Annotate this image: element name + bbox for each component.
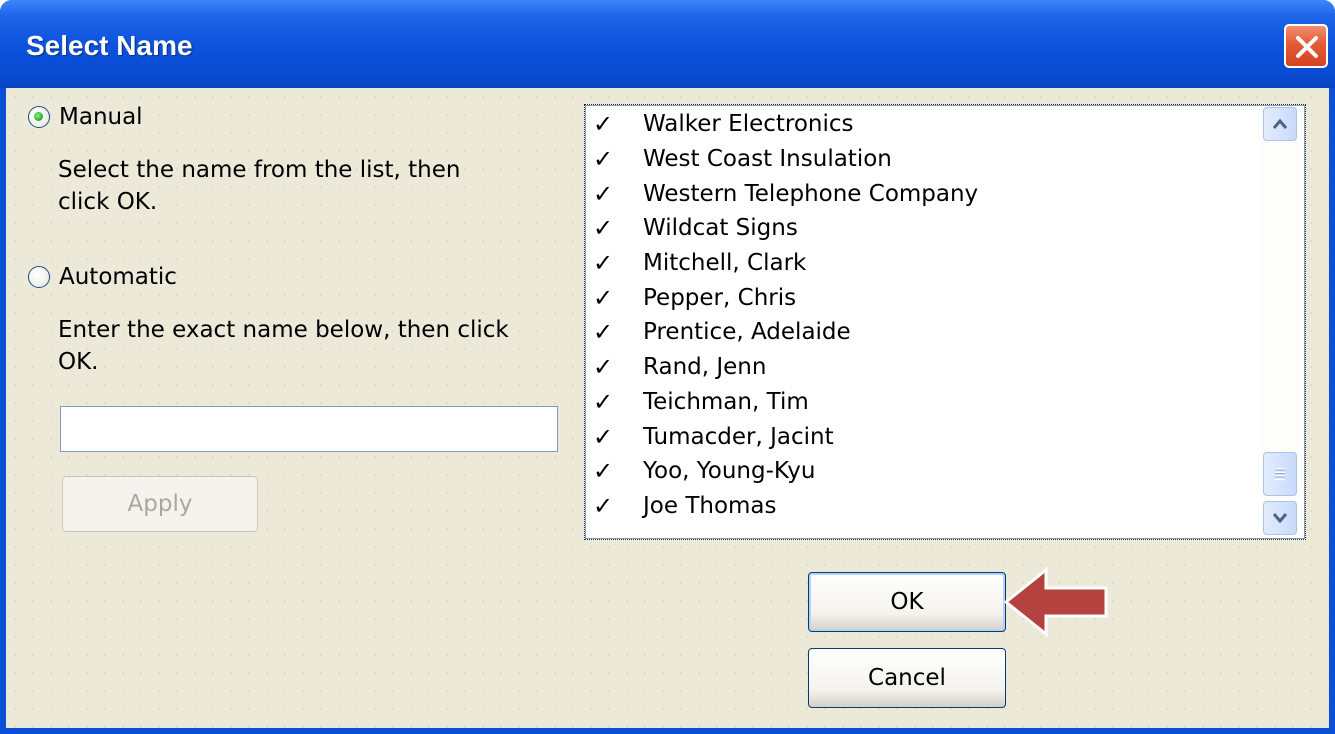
apply-button[interactable]: Apply: [62, 476, 258, 532]
scroll-up-button[interactable]: [1263, 107, 1297, 141]
scroll-down-button[interactable]: [1263, 501, 1297, 535]
list-item[interactable]: ✓ Rand, Jenn: [591, 350, 1251, 385]
check-icon: ✓: [593, 353, 614, 382]
vertical-scrollbar[interactable]: [1261, 107, 1299, 537]
check-icon: ✓: [593, 179, 614, 208]
list-item-label: West Coast Insulation: [643, 146, 892, 173]
automatic-description-line1: Enter the exact name below, then click: [58, 317, 509, 343]
manual-radio-button[interactable]: [28, 106, 50, 128]
check-icon: ✓: [593, 214, 614, 243]
list-item-label: Rand, Jenn: [643, 354, 767, 381]
chevron-up-icon: [1272, 118, 1288, 129]
dialog-title: Select Name: [26, 30, 193, 61]
list-item-label: Mitchell, Clark: [643, 250, 807, 277]
check-icon: ✓: [593, 318, 614, 347]
list-item-label: Joe Thomas: [643, 492, 777, 519]
list-item[interactable]: ✓ Tumacder, Jacint: [591, 419, 1251, 454]
manual-description-line2: click OK.: [58, 189, 158, 215]
list-item-label: Pepper, Chris: [643, 284, 797, 311]
automatic-radio-label[interactable]: Automatic: [59, 264, 177, 290]
close-icon: [1296, 36, 1318, 58]
manual-description-line1: Select the name from the list, then: [58, 157, 461, 183]
names-list: ✓ Walker Electronics ✓ West Coast Insulatio…: [591, 107, 1251, 523]
list-item-label: Teichman, Tim: [643, 388, 809, 415]
pointer-arrow-icon: [1003, 566, 1108, 638]
cancel-button[interactable]: Cancel: [808, 648, 1006, 708]
manual-radio-option[interactable]: Manual: [28, 104, 143, 130]
automatic-radio-option[interactable]: Automatic: [28, 264, 177, 290]
check-icon: ✓: [593, 457, 614, 486]
manual-radio-label[interactable]: Manual: [59, 104, 143, 130]
list-item[interactable]: ✓ Teichman, Tim: [591, 385, 1251, 420]
check-icon: ✓: [593, 387, 614, 416]
dialog-body: Manual Select the name from the list, th…: [6, 88, 1329, 728]
names-listbox[interactable]: ✓ Walker Electronics ✓ West Coast Insulatio…: [584, 104, 1306, 540]
list-item[interactable]: ✓ Pepper, Chris: [591, 280, 1251, 315]
radio-selected-dot: [34, 112, 43, 121]
grip-icon: [1275, 468, 1285, 481]
list-item[interactable]: ✓ Western Telephone Company: [591, 176, 1251, 211]
list-item-label: Walker Electronics: [643, 111, 854, 138]
exact-name-input[interactable]: [60, 406, 558, 452]
check-icon: ✓: [593, 110, 614, 139]
list-item-label: Western Telephone Company: [643, 180, 979, 207]
automatic-description: Enter the exact name below, then click O…: [58, 314, 509, 378]
automatic-description-line2: OK.: [58, 349, 99, 375]
list-item[interactable]: ✓ Yoo, Young-Kyu: [591, 454, 1251, 489]
select-name-dialog: Select Name Manual Select the name from …: [0, 0, 1335, 734]
list-item[interactable]: ✓ Joe Thomas: [591, 489, 1251, 524]
check-icon: ✓: [593, 145, 614, 174]
chevron-down-icon: [1272, 513, 1288, 524]
list-item-label: Wildcat Signs: [643, 215, 798, 242]
list-item[interactable]: ✓ Mitchell, Clark: [591, 246, 1251, 281]
check-icon: ✓: [593, 249, 614, 278]
check-icon: ✓: [593, 283, 614, 312]
list-item[interactable]: ✓ Walker Electronics: [591, 107, 1251, 142]
automatic-radio-button[interactable]: [28, 266, 50, 288]
scrollbar-thumb[interactable]: [1263, 452, 1297, 496]
list-item[interactable]: ✓ West Coast Insulation: [591, 142, 1251, 177]
title-bar[interactable]: Select Name: [0, 0, 1335, 88]
list-item-label: Prentice, Adelaide: [643, 319, 851, 346]
manual-description: Select the name from the list, then clic…: [58, 154, 460, 218]
list-item[interactable]: ✓ Wildcat Signs: [591, 211, 1251, 246]
ok-button[interactable]: OK: [808, 572, 1006, 632]
list-item[interactable]: ✓ Prentice, Adelaide: [591, 315, 1251, 350]
list-item-label: Tumacder, Jacint: [643, 423, 834, 450]
close-button[interactable]: [1284, 24, 1328, 68]
check-icon: ✓: [593, 491, 614, 520]
list-item-label: Yoo, Young-Kyu: [643, 458, 816, 485]
check-icon: ✓: [593, 422, 614, 451]
